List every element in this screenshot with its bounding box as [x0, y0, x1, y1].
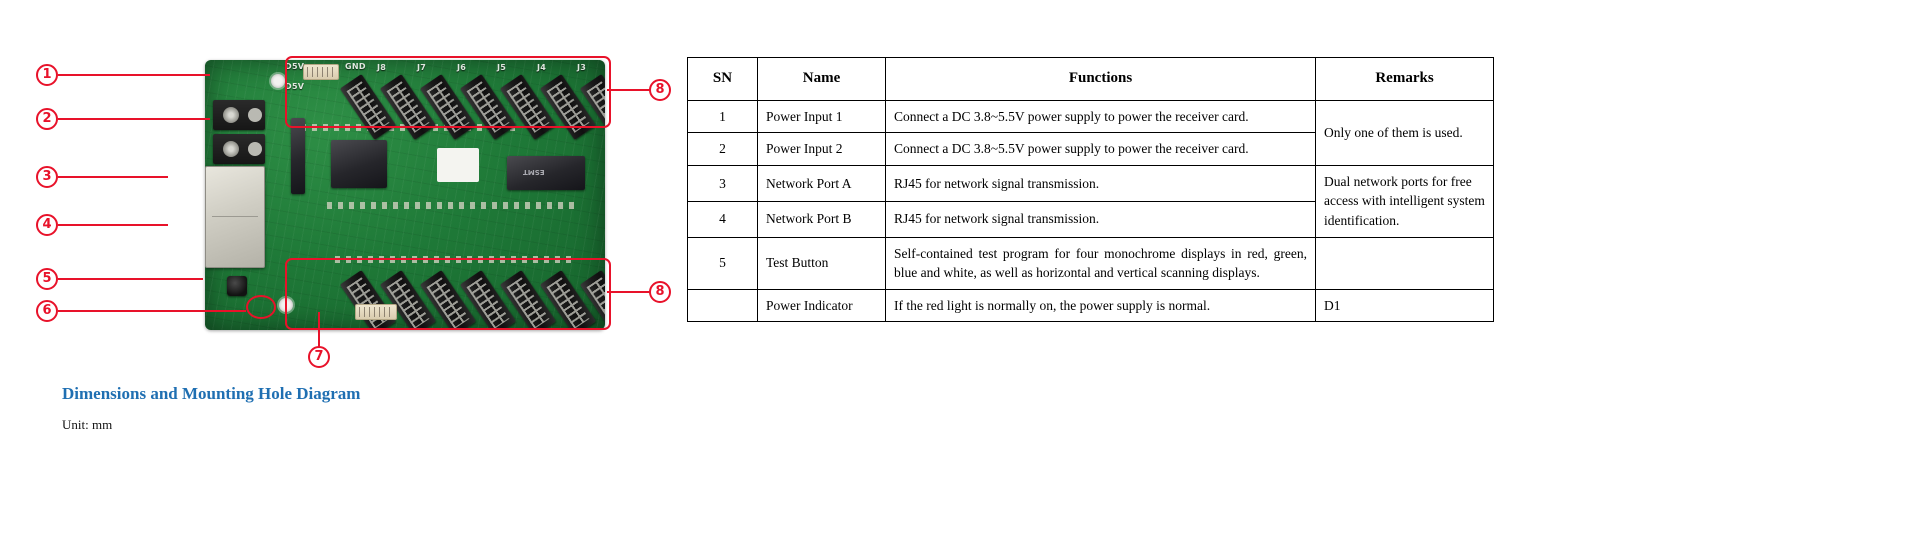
cell-functions: Self-contained test program for four mon…	[885, 236, 1316, 290]
cell-name: Test Button	[757, 236, 886, 290]
section-heading: Dimensions and Mounting Hole Diagram	[62, 384, 361, 403]
cell-sn: 2	[687, 132, 758, 166]
leader-line-5	[58, 278, 203, 280]
rj45-dual-port	[205, 166, 265, 268]
leader-line-8-top	[607, 89, 651, 91]
cell-sn: 5	[687, 236, 758, 290]
specification-table: SN Name Functions Remarks 1 Power Input …	[687, 57, 1494, 323]
callout-7: 7	[308, 346, 330, 368]
cell-sn	[687, 288, 758, 323]
callout-3: 3	[36, 166, 58, 188]
callout-8-top: 8	[649, 79, 671, 101]
cell-functions: RJ45 for network signal transmission.	[885, 200, 1316, 238]
cell-remarks	[1315, 236, 1494, 290]
receiver-card-photo: ESMT D5V D5V GND J8 J7 J6 J5 J4 J3 1 2 3…	[36, 52, 671, 368]
cell-remarks: Dual network ports for free access with …	[1315, 164, 1494, 238]
fpga-ic	[331, 140, 387, 188]
cell-name: Power Input 2	[757, 132, 886, 166]
table-row: 5 Test Button Self-contained test progra…	[687, 236, 1494, 290]
column-header-sn: SN	[687, 57, 758, 101]
callout-8-bottom: 8	[649, 281, 671, 303]
cell-sn: 1	[687, 99, 758, 134]
cell-name: Power Indicator	[757, 288, 886, 323]
table-header-row: SN Name Functions Remarks	[687, 57, 1494, 101]
cell-name: Network Port B	[757, 200, 886, 238]
flash-ic	[291, 118, 305, 194]
leader-line-2	[58, 118, 210, 120]
leader-line-4	[58, 224, 168, 226]
highlight-ellipse-power-indicator	[246, 295, 276, 319]
cell-name: Power Input 1	[757, 99, 886, 134]
power-input-1-terminal	[213, 100, 265, 130]
leader-line-8-bottom	[607, 291, 651, 293]
table-row: Power Indicator If the red light is norm…	[687, 288, 1494, 323]
label-sticker	[437, 148, 479, 182]
callout-2: 2	[36, 108, 58, 130]
highlight-rect-top-connectors	[285, 56, 611, 128]
test-button-component	[227, 276, 247, 296]
callout-5: 5	[36, 268, 58, 290]
cell-functions: Connect a DC 3.8~5.5V power supply to po…	[885, 132, 1316, 166]
column-header-name: Name	[757, 57, 886, 101]
cell-functions: Connect a DC 3.8~5.5V power supply to po…	[885, 99, 1316, 134]
cell-remarks: Only one of them is used.	[1315, 99, 1494, 166]
table-row: 1 Power Input 1 Connect a DC 3.8~5.5V po…	[687, 99, 1494, 166]
cell-functions: RJ45 for network signal transmission.	[885, 164, 1316, 202]
cell-name: Network Port A	[757, 164, 886, 202]
leader-line-1	[58, 74, 210, 76]
table-row: 3 Network Port A RJ45 for network signal…	[687, 164, 1494, 238]
cell-sn: 3	[687, 164, 758, 202]
leader-line-6	[58, 310, 246, 312]
callout-4: 4	[36, 214, 58, 236]
power-input-2-terminal	[213, 134, 265, 164]
column-header-remarks: Remarks	[1315, 57, 1494, 101]
callout-1: 1	[36, 64, 58, 86]
board-figure-panel: ESMT D5V D5V GND J8 J7 J6 J5 J4 J3 1 2 3…	[0, 0, 680, 534]
cell-remarks: D1	[1315, 288, 1494, 323]
leader-line-7-vertical	[318, 312, 320, 348]
cell-functions: If the red light is normally on, the pow…	[885, 288, 1316, 323]
callout-6: 6	[36, 300, 58, 322]
specification-table-wrapper: SN Name Functions Remarks 1 Power Input …	[687, 57, 1494, 323]
mounting-hole-top-left	[271, 74, 285, 88]
unit-note: Unit: mm	[62, 417, 113, 432]
sdram-ic	[507, 156, 585, 190]
highlight-rect-bottom-connectors	[285, 258, 611, 330]
column-header-functions: Functions	[885, 57, 1316, 101]
leader-line-3	[58, 176, 168, 178]
sdram-chip-label: ESMT	[523, 168, 545, 176]
smd-component-row	[327, 202, 577, 209]
cell-sn: 4	[687, 200, 758, 238]
